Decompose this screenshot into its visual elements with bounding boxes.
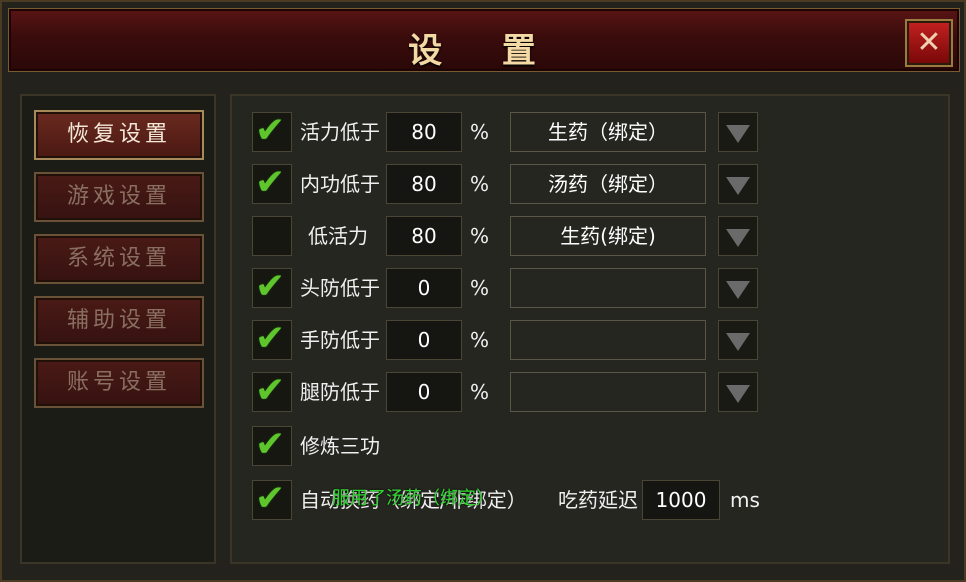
hand-armor-checkbox[interactable]: ✔ [252, 318, 292, 360]
chevron-down-icon[interactable] [718, 112, 758, 152]
sidebar-item-system[interactable]: 系统设置 [34, 234, 204, 284]
threshold-input[interactable]: 0 [386, 320, 462, 360]
low-vitality-checkbox[interactable] [252, 216, 292, 256]
check-icon: ✔ [255, 110, 286, 151]
item-select[interactable] [510, 320, 706, 360]
item-select[interactable] [510, 268, 706, 308]
sidebar-item-account[interactable]: 账号设置 [34, 358, 204, 408]
settings-window: 设 置 ✕ 恢复设置 游戏设置 系统设置 辅助设置 账号设置 ✔ 活力低于 80… [0, 0, 966, 582]
percent-label: % [470, 172, 490, 196]
row-label: 内功低于 [300, 172, 380, 196]
threshold-input[interactable]: 80 [386, 216, 462, 256]
recovery-row-vitality: ✔ 活力低于 80 % 生药（绑定） [252, 110, 952, 154]
recovery-row-low-vitality: 低活力 80 % 生药(绑定) [252, 216, 952, 258]
close-icon: ✕ [916, 25, 942, 60]
check-icon: ✔ [255, 318, 286, 359]
sidebar: 恢复设置 游戏设置 系统设置 辅助设置 账号设置 [20, 94, 216, 564]
vitality-checkbox[interactable]: ✔ [252, 110, 292, 152]
item-select[interactable]: 汤药（绑定） [510, 164, 706, 204]
percent-label: % [470, 224, 490, 248]
inner-power-checkbox[interactable]: ✔ [252, 162, 292, 204]
item-select[interactable]: 生药(绑定) [510, 216, 706, 256]
row-label: 低活力 [308, 224, 368, 248]
threshold-input[interactable]: 0 [386, 372, 462, 412]
row-label: 活力低于 [300, 120, 380, 144]
check-icon: ✔ [255, 478, 286, 519]
check-icon: ✔ [255, 162, 286, 203]
check-icon: ✔ [255, 266, 286, 307]
recovery-row-head-armor: ✔ 头防低于 0 % [252, 266, 952, 310]
chevron-down-icon[interactable] [718, 268, 758, 308]
percent-label: % [470, 328, 490, 352]
item-select[interactable]: 生药（绑定） [510, 112, 706, 152]
check-icon: ✔ [255, 370, 286, 411]
percent-label: % [470, 380, 490, 404]
delay-input[interactable]: 1000 [642, 480, 720, 520]
sidebar-item-assist[interactable]: 辅助设置 [34, 296, 204, 346]
threshold-input[interactable]: 80 [386, 112, 462, 152]
delay-label: 吃药延迟 [558, 488, 638, 512]
delay-unit: ms [730, 488, 760, 512]
recovery-row-inner-power: ✔ 内功低于 80 % 汤药（绑定） [252, 162, 952, 206]
chevron-down-icon[interactable] [718, 372, 758, 412]
row-label: 腿防低于 [300, 380, 380, 404]
window-title: 设 置 [408, 31, 560, 71]
leg-armor-checkbox[interactable]: ✔ [252, 370, 292, 412]
close-button[interactable]: ✕ [907, 21, 951, 65]
chevron-down-icon[interactable] [718, 320, 758, 360]
recovery-row-leg-armor: ✔ 腿防低于 0 % [252, 370, 952, 414]
row-label: 头防低于 [300, 276, 380, 300]
train-checkbox[interactable]: ✔ [252, 424, 292, 466]
threshold-input[interactable]: 0 [386, 268, 462, 308]
chevron-down-icon[interactable] [718, 216, 758, 256]
train-row: ✔ 修炼三功 [252, 424, 952, 468]
row-label: 手防低于 [300, 328, 380, 352]
recovery-row-hand-armor: ✔ 手防低于 0 % [252, 318, 952, 362]
toast-message: 服用了汤药（绑定） [332, 488, 494, 509]
train-label: 修炼三功 [300, 434, 380, 458]
sidebar-item-game[interactable]: 游戏设置 [34, 172, 204, 222]
item-select[interactable] [510, 372, 706, 412]
head-armor-checkbox[interactable]: ✔ [252, 266, 292, 308]
threshold-input[interactable]: 80 [386, 164, 462, 204]
sidebar-item-recovery[interactable]: 恢复设置 [34, 110, 204, 160]
percent-label: % [470, 276, 490, 300]
auto-switch-checkbox[interactable]: ✔ [252, 478, 292, 520]
chevron-down-icon[interactable] [718, 164, 758, 204]
check-icon: ✔ [255, 424, 286, 465]
title-bar: 设 置 ✕ [8, 8, 960, 72]
percent-label: % [470, 120, 490, 144]
